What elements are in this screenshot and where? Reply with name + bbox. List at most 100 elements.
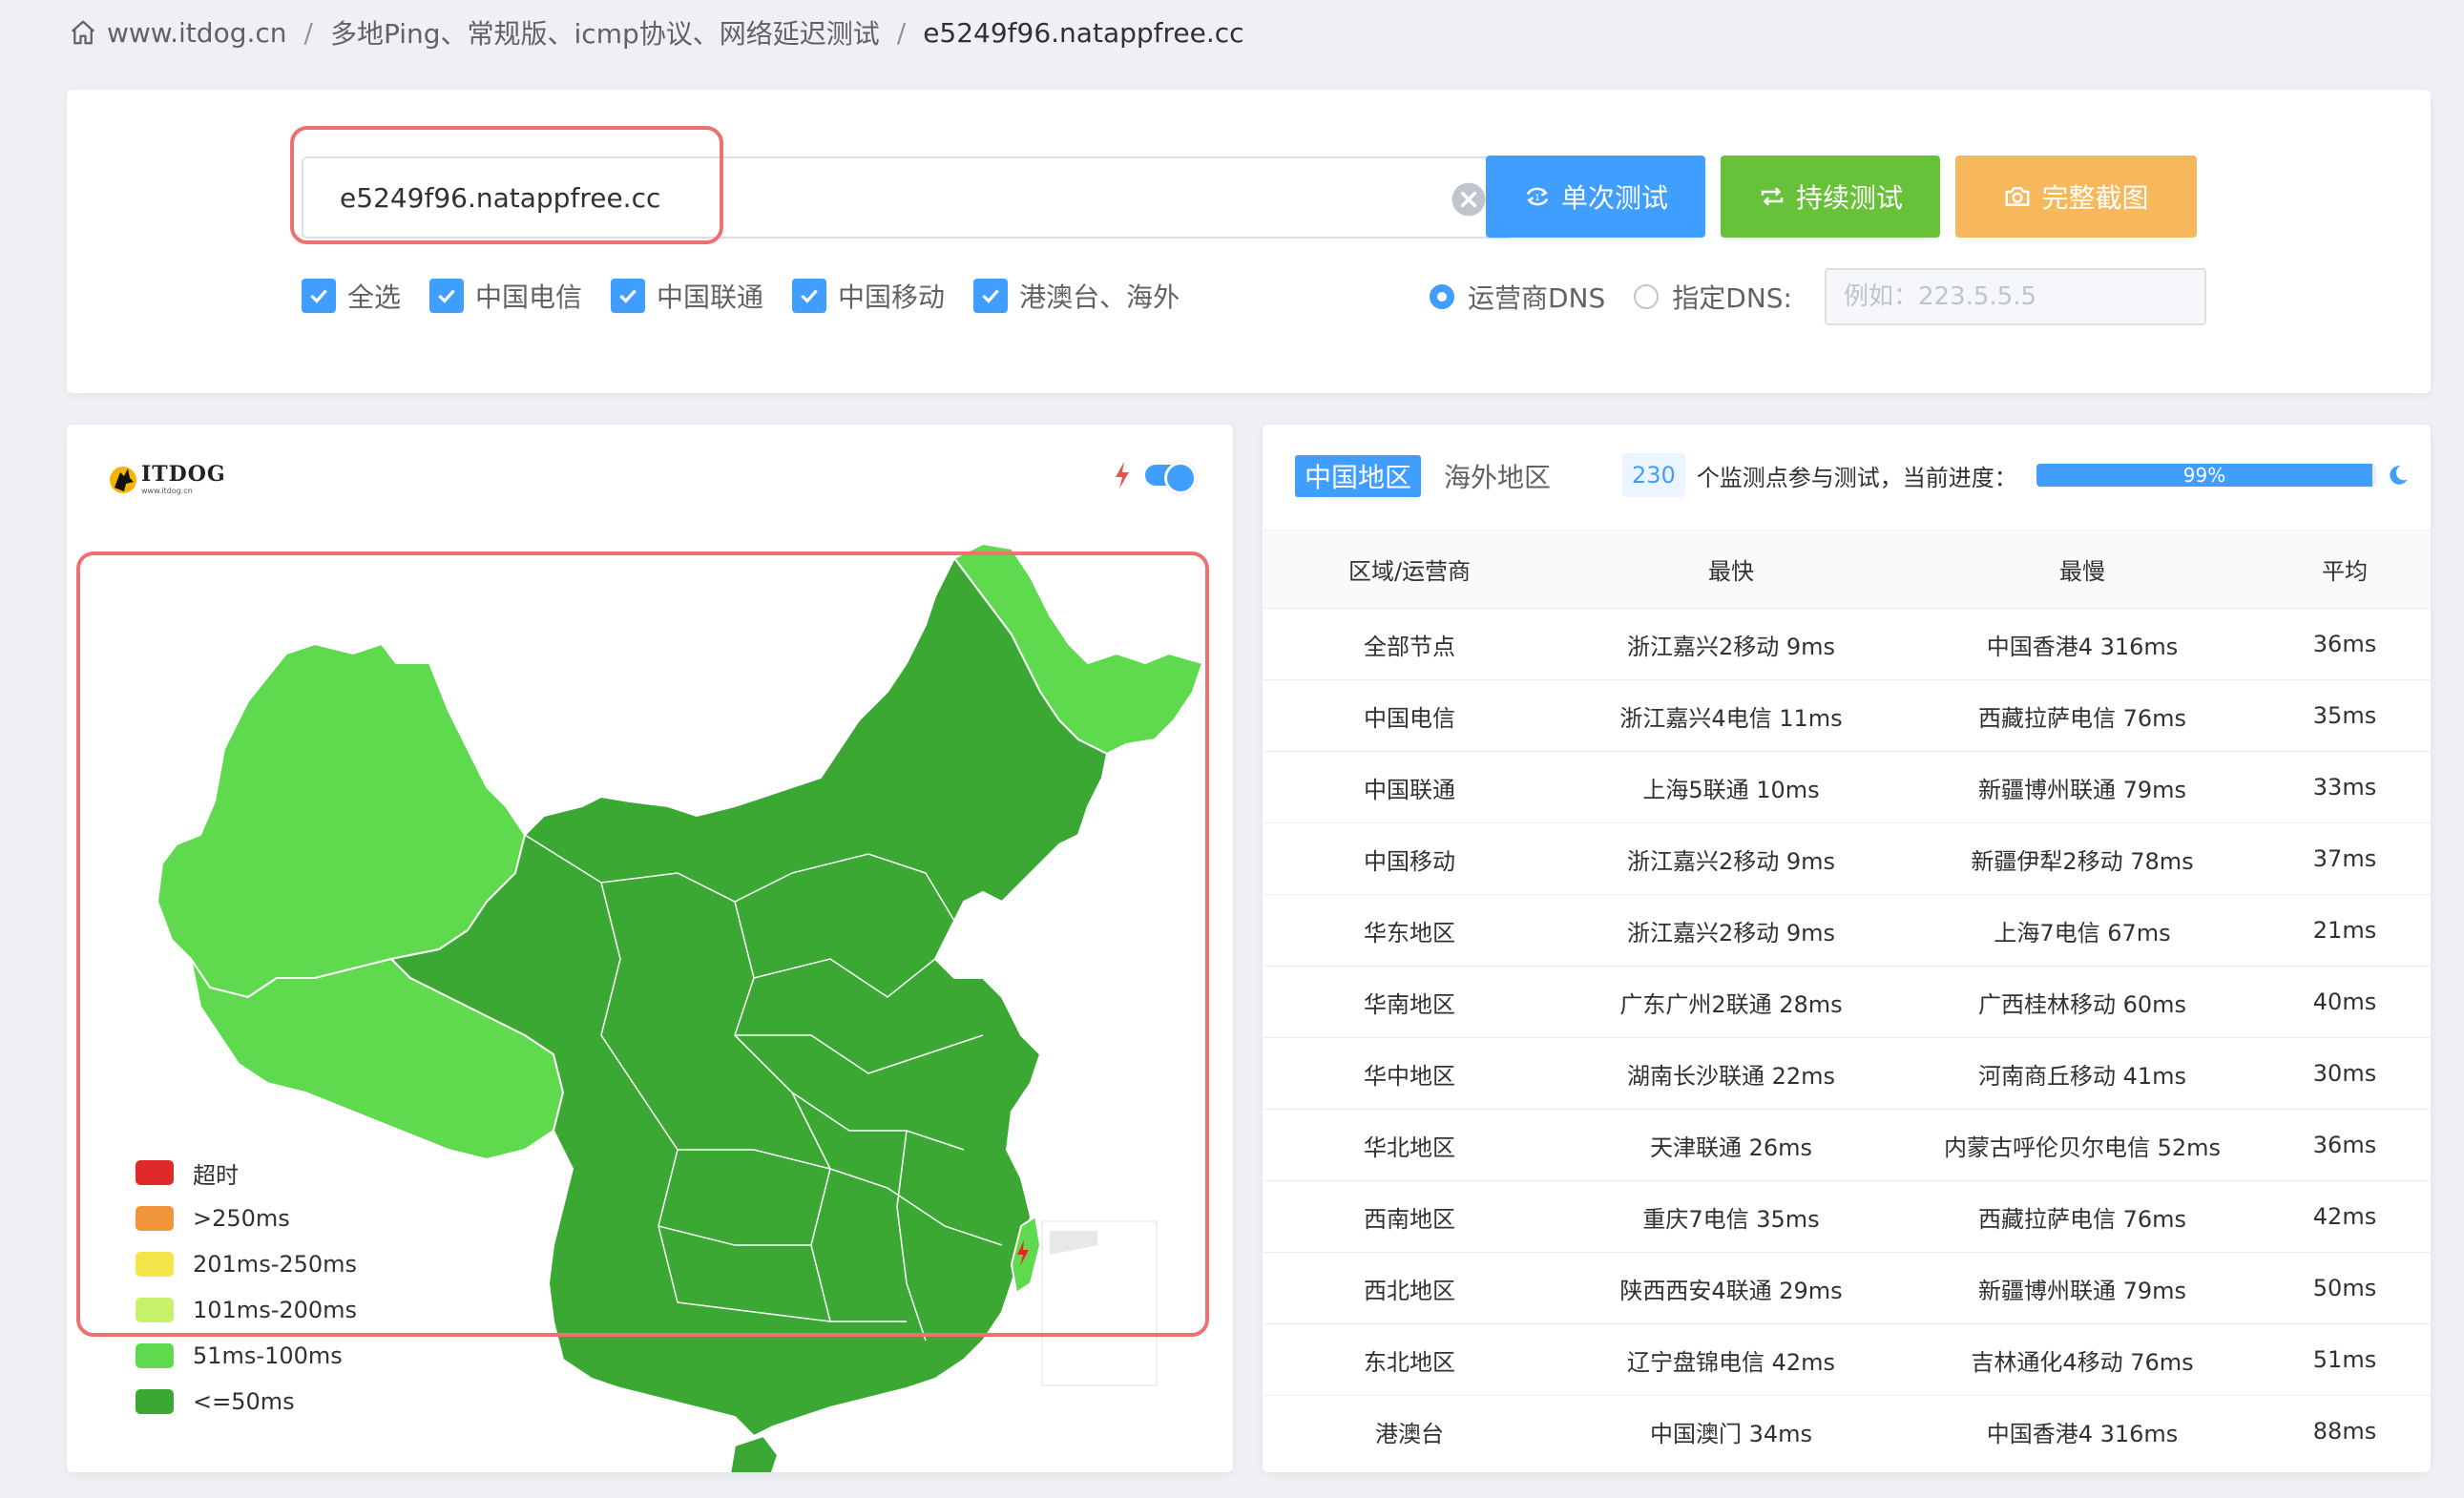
- camera-icon: [2005, 187, 2030, 206]
- cell-region: 全部节点: [1263, 608, 1556, 680]
- checkbox-checked-icon: [792, 279, 827, 313]
- progress-label: 99%: [2182, 464, 2226, 487]
- checkbox-checked-icon: [429, 279, 465, 313]
- repeat-icon: [1761, 187, 1784, 206]
- checkbox-checked-icon: [302, 279, 336, 313]
- cell-average: 35ms: [2259, 679, 2431, 752]
- cell-fastest: 浙江嘉兴2移动 9ms: [1556, 608, 1906, 680]
- radio-custom-dns[interactable]: 指定DNS:: [1634, 278, 1792, 316]
- cell-slowest: 新疆伊犁2移动 78ms: [1906, 822, 2259, 895]
- breadcrumb-separator: /: [896, 16, 907, 49]
- breadcrumb-current: e5249f96.natappfree.cc: [923, 16, 1244, 49]
- breadcrumb-home-link[interactable]: www.itdog.cn: [107, 17, 287, 49]
- cell-slowest: 新疆博州联通 79ms: [1906, 751, 2259, 823]
- breadcrumb-tool-link[interactable]: 多地Ping、常规版、icmp协议、网络延迟测试: [330, 13, 880, 52]
- cell-average: 51ms: [2259, 1323, 2431, 1396]
- cell-region: 西北地区: [1263, 1252, 1556, 1324]
- cell-average: 88ms: [2312, 1418, 2377, 1446]
- progress-bar: 99%: [2036, 464, 2376, 487]
- cell-fastest: 浙江嘉兴2移动 9ms: [1556, 822, 1906, 895]
- column-header-slowest[interactable]: 最慢: [1906, 530, 2259, 609]
- single-test-label: 单次测试: [1560, 182, 1668, 214]
- checkbox-checked-icon: [973, 279, 1009, 313]
- cell-slowest: 新疆博州联通 79ms: [1906, 1252, 2259, 1324]
- cell-slowest: 内蒙古呼伦贝尔电信 52ms: [1906, 1109, 2259, 1181]
- loading-spinner-icon: [2390, 466, 2408, 485]
- legend-swatch: [136, 1389, 174, 1414]
- cell-fastest: 中国澳门 34ms: [1649, 1420, 1813, 1447]
- legend-item: 超时: [136, 1150, 357, 1196]
- table-row: 港澳台 中国澳门 34ms 中国香港4 316ms 88ms: [1263, 1396, 2431, 1467]
- radio-dot-icon: [1634, 284, 1660, 309]
- checkbox-overseas[interactable]: 港澳台、海外: [973, 277, 1180, 315]
- cell-region: 西南地区: [1263, 1180, 1556, 1253]
- checkbox-mobile[interactable]: 中国移动: [792, 277, 945, 315]
- checkbox-select-all[interactable]: 全选: [302, 277, 401, 315]
- cell-average: 50ms: [2259, 1252, 2431, 1324]
- checkbox-label: 中国电信: [475, 281, 583, 313]
- column-header-average[interactable]: 平均: [2259, 530, 2431, 609]
- cell-fastest: 陕西西安4联通 29ms: [1556, 1252, 1906, 1324]
- cell-average: 40ms: [2259, 966, 2431, 1038]
- custom-dns-input[interactable]: [1825, 268, 2206, 325]
- legend-item: 201ms-250ms: [136, 1241, 357, 1287]
- cell-slowest: 上海7电信 67ms: [1906, 894, 2259, 967]
- cell-average: 30ms: [2259, 1037, 2431, 1110]
- cell-average: 33ms: [2259, 751, 2431, 823]
- results-table: 区域/运营商 最快 最慢 平均 全部节点 浙江嘉兴2移动 9ms 中国香港4 316…: [1263, 530, 2431, 1467]
- radio-isp-dns[interactable]: 运营商DNS: [1430, 278, 1605, 316]
- checkbox-telecom[interactable]: 中国电信: [429, 277, 582, 315]
- cell-fastest: 上海5联通 10ms: [1556, 751, 1906, 823]
- cell-region: 港澳台: [1375, 1420, 1444, 1447]
- checkbox-label: 港澳台、海外: [1019, 281, 1180, 313]
- search-panel: 1 单次测试 持续测试 完整截图 全选 中国电信 中国联通: [67, 90, 2431, 393]
- table-row: 中国电信 浙江嘉兴4电信 11ms 西藏拉萨电信 76ms 35ms: [1263, 679, 2431, 752]
- dns-options: 运营商DNS 指定DNS:: [1430, 268, 2206, 325]
- legend-swatch: [136, 1206, 174, 1231]
- map-region-hainan: [729, 1434, 780, 1472]
- radio-label: 运营商DNS: [1468, 282, 1606, 314]
- legend-label: 51ms-100ms: [193, 1342, 343, 1369]
- continuous-test-label: 持续测试: [1795, 182, 1903, 214]
- cell-fastest: 浙江嘉兴4电信 11ms: [1556, 679, 1906, 752]
- cell-slowest: 西藏拉萨电信 76ms: [1906, 679, 2259, 752]
- legend-swatch: [136, 1298, 174, 1322]
- column-header-region[interactable]: 区域/运营商: [1263, 530, 1556, 609]
- cell-average: 36ms: [2259, 608, 2431, 680]
- screenshot-button[interactable]: 完整截图: [1955, 156, 2197, 238]
- table-header-row: 区域/运营商 最快 最慢 平均: [1263, 530, 2431, 609]
- table-row: 西北地区 陕西西安4联通 29ms 新疆博州联通 79ms 50ms: [1263, 1252, 2431, 1324]
- column-header-fastest[interactable]: 最快: [1556, 530, 1906, 609]
- breadcrumb: www.itdog.cn / 多地Ping、常规版、icmp协议、网络延迟测试 …: [69, 13, 1244, 52]
- table-row: 西南地区 重庆7电信 35ms 西藏拉萨电信 76ms 42ms: [1263, 1180, 2431, 1253]
- table-row: 全部节点 浙江嘉兴2移动 9ms 中国香港4 316ms 36ms: [1263, 608, 2431, 680]
- table-row: 华南地区 广东广州2联通 28ms 广西桂林移动 60ms 40ms: [1263, 966, 2431, 1038]
- tab-overseas[interactable]: 海外地区: [1434, 455, 1560, 497]
- home-icon[interactable]: [69, 18, 97, 47]
- checkbox-label: 中国联通: [657, 281, 764, 313]
- tab-china[interactable]: 中国地区: [1295, 455, 1422, 497]
- legend-label: 101ms-200ms: [193, 1297, 358, 1323]
- results-panel: 中国地区 海外地区 230 个监测点参与测试，当前进度： 99% 区域/运营商 …: [1263, 425, 2431, 1472]
- cell-slowest: 广西桂林移动 60ms: [1906, 966, 2259, 1038]
- cell-average: 21ms: [2259, 894, 2431, 967]
- cell-fastest: 天津联通 26ms: [1556, 1109, 1906, 1181]
- legend-swatch: [136, 1160, 174, 1185]
- continuous-test-button[interactable]: 持续测试: [1721, 156, 1940, 238]
- cell-region: 中国联通: [1263, 751, 1556, 823]
- latency-legend: 超时 >250ms 201ms-250ms 101ms-200ms 51ms-1…: [136, 1150, 357, 1425]
- single-test-button[interactable]: 1 单次测试: [1486, 156, 1705, 238]
- cell-fastest: 广东广州2联通 28ms: [1556, 966, 1906, 1038]
- annotation-highlight-input: [290, 126, 723, 244]
- progress-fill: 99%: [2036, 464, 2373, 487]
- legend-label: <=50ms: [193, 1388, 295, 1415]
- region-tabs: 中国地区 海外地区: [1295, 455, 1560, 497]
- checkbox-unicom[interactable]: 中国联通: [611, 277, 763, 315]
- cell-region: 中国移动: [1263, 822, 1556, 895]
- table-row: 华东地区 浙江嘉兴2移动 9ms 上海7电信 67ms 21ms: [1263, 894, 2431, 967]
- legend-swatch: [136, 1252, 174, 1277]
- cell-region: 华北地区: [1263, 1109, 1556, 1181]
- legend-item: >250ms: [136, 1196, 357, 1241]
- table-row: 中国移动 浙江嘉兴2移动 9ms 新疆伊犁2移动 78ms 37ms: [1263, 822, 2431, 895]
- close-circle-icon[interactable]: [1451, 181, 1487, 218]
